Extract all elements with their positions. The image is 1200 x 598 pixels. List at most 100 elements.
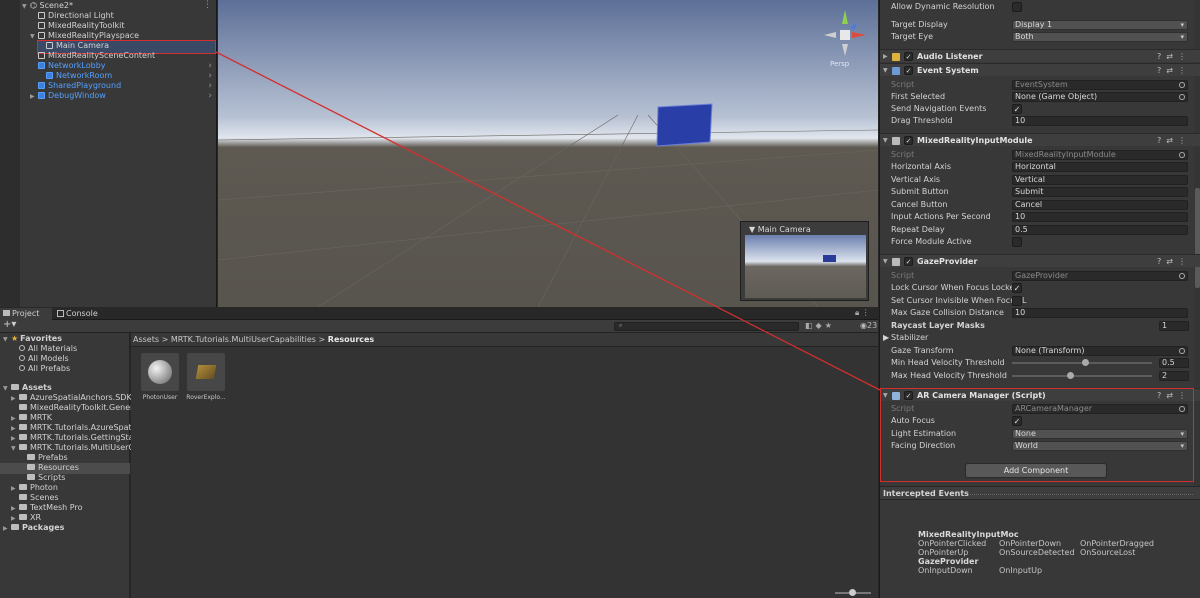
- min-head-slider[interactable]: [1012, 359, 1152, 366]
- target-icon[interactable]: [1179, 82, 1185, 88]
- horizontal-axis-input[interactable]: Horizontal: [1012, 162, 1188, 172]
- tree-mrtk-azure[interactable]: ▶ MRTK.Tutorials.AzureSpatia: [11, 423, 139, 433]
- gaze-transform-field[interactable]: None (Transform): [1012, 346, 1188, 356]
- allow-dynamic-resolution-checkbox[interactable]: [1012, 2, 1022, 12]
- slider-knob[interactable]: [1067, 372, 1074, 379]
- component-tools-icons[interactable]: ?⇄⋮: [1157, 255, 1191, 268]
- target-icon[interactable]: [1179, 94, 1185, 100]
- force-module-checkbox[interactable]: [1012, 237, 1022, 247]
- slider-knob[interactable]: [1082, 359, 1089, 366]
- component-enabled-checkbox[interactable]: ✓: [904, 136, 913, 145]
- add-icon[interactable]: +▾: [3, 319, 16, 330]
- tree-all-materials[interactable]: All Materials: [19, 344, 77, 354]
- breadcrumb-multiuser[interactable]: MRTK.Tutorials.MultiUserCapabilities: [171, 335, 316, 344]
- component-enabled-checkbox[interactable]: ✓: [904, 257, 913, 266]
- breadcrumb-assets[interactable]: Assets: [133, 335, 159, 344]
- debug-window-panel[interactable]: [656, 103, 713, 147]
- tree-assets[interactable]: ▼ Assets: [3, 383, 52, 393]
- tree-mrtk-multiuser[interactable]: ▼ MRTK.Tutorials.MultiUserCa: [11, 443, 139, 453]
- component-enabled-checkbox[interactable]: ✓: [904, 52, 913, 61]
- row-first-selected: First Selected None (Game Object): [880, 91, 1200, 103]
- max-head-input[interactable]: 2: [1159, 371, 1189, 381]
- input-actions-input[interactable]: 10: [1012, 212, 1188, 222]
- lock-icon[interactable]: 🔒︎ ⋮: [855, 308, 870, 318]
- drag-handle[interactable]: [970, 494, 1193, 495]
- hierarchy-item-scene-content[interactable]: MixedRealitySceneContent: [38, 51, 155, 61]
- search-icon: [19, 355, 25, 361]
- asset-rover-explorer[interactable]: RoverExplo...: [186, 353, 226, 401]
- component-tools-icons[interactable]: ?⇄⋮: [1157, 64, 1191, 77]
- lock-cursor-checkbox[interactable]: ✓: [1012, 283, 1022, 293]
- max-gaze-input[interactable]: 10: [1012, 308, 1188, 318]
- camera-preview-title: ▼ Main Camera: [749, 225, 811, 234]
- hierarchy-item-playspace[interactable]: ▼ MixedRealityPlayspace: [30, 31, 139, 41]
- hidden-count[interactable]: ◉23: [860, 321, 877, 330]
- asset-photon-user[interactable]: PhotonUser: [140, 353, 180, 401]
- tree-packages[interactable]: ▶ Packages: [3, 523, 64, 533]
- tree-resources[interactable]: Resources: [27, 463, 79, 473]
- hierarchy-item-directional-light[interactable]: Directional Light: [38, 11, 114, 21]
- intercepted-events-header[interactable]: Intercepted Events: [880, 486, 1200, 500]
- tree-prefabs[interactable]: Prefabs: [27, 453, 68, 463]
- scene-menu-icon[interactable]: ⋮: [203, 0, 212, 10]
- target-icon[interactable]: [1179, 273, 1185, 279]
- hierarchy-item-network-lobby[interactable]: NetworkLobby: [38, 61, 106, 71]
- cursor-invisible-checkbox[interactable]: [1012, 296, 1022, 306]
- drag-threshold-input[interactable]: 10: [1012, 116, 1188, 126]
- tree-mrtk-getting-started[interactable]: ▶ MRTK.Tutorials.GettingStart: [11, 433, 140, 443]
- max-head-slider[interactable]: [1012, 372, 1152, 379]
- hierarchy-item-debug-window[interactable]: ▶ DebugWindow: [30, 91, 106, 101]
- scene-gizmo[interactable]: [824, 10, 866, 56]
- target-icon[interactable]: [1179, 152, 1185, 158]
- scene-view[interactable]: Persp ▼ Main Camera: [218, 0, 878, 307]
- tree-azure-sdk[interactable]: ▶ AzureSpatialAnchors.SDK: [11, 393, 132, 403]
- component-tools-icons[interactable]: ?⇄⋮: [1157, 50, 1191, 63]
- tree-scripts[interactable]: Scripts: [27, 473, 65, 483]
- send-navigation-checkbox[interactable]: ✓: [1012, 104, 1022, 114]
- tree-xr[interactable]: ▶ XR: [11, 513, 41, 523]
- vertical-axis-input[interactable]: Vertical: [1012, 175, 1188, 185]
- chevron-right-icon[interactable]: ›: [208, 81, 212, 91]
- event-item: OnPointerDown: [999, 539, 1062, 548]
- chevron-right-icon[interactable]: ›: [208, 61, 212, 71]
- component-gaze-provider[interactable]: ▼ ✓ GazeProvider ?⇄⋮: [880, 254, 1200, 267]
- tree-mrtk-generated[interactable]: MixedRealityToolkit.Generat: [19, 403, 141, 413]
- component-event-system[interactable]: ▼ ✓ Event System ?⇄⋮: [880, 63, 1200, 76]
- component-input-module[interactable]: ▼ ✓ MixedRealityInputModule ?⇄⋮: [880, 133, 1200, 146]
- slider-knob[interactable]: [849, 589, 856, 596]
- hierarchy-item-scene[interactable]: ▼ ⌬ Scene2*: [22, 1, 73, 11]
- target-icon[interactable]: [1179, 348, 1185, 354]
- cancel-button-input[interactable]: Cancel: [1012, 200, 1188, 210]
- tree-scenes[interactable]: Scenes: [19, 493, 59, 503]
- target-eye-dropdown[interactable]: Both: [1012, 32, 1188, 42]
- tree-all-models[interactable]: All Models: [19, 354, 69, 364]
- inspector-panel: Allow Dynamic Resolution Target Display D…: [879, 0, 1200, 598]
- first-selected-field[interactable]: None (Game Object): [1012, 92, 1188, 102]
- persp-label[interactable]: Persp: [830, 60, 849, 68]
- project-search-input[interactable]: ⌕: [614, 322, 799, 331]
- breadcrumb-resources[interactable]: Resources: [328, 335, 374, 344]
- row-max-gaze: Max Gaze Collision Distance 10: [880, 307, 1200, 319]
- component-enabled-checkbox[interactable]: ✓: [904, 66, 913, 75]
- min-head-input[interactable]: 0.5: [1159, 358, 1189, 368]
- hierarchy-item-shared-playground[interactable]: SharedPlayground: [38, 81, 121, 91]
- repeat-delay-input[interactable]: 0.5: [1012, 225, 1188, 235]
- chevron-right-icon[interactable]: ›: [208, 91, 212, 101]
- component-audio-listener[interactable]: ▶ ✓ Audio Listener ?⇄⋮: [880, 49, 1200, 62]
- target-display-dropdown[interactable]: Display 1: [1012, 20, 1188, 30]
- submit-button-input[interactable]: Submit: [1012, 187, 1188, 197]
- raycast-masks-size[interactable]: 1: [1159, 321, 1189, 331]
- component-tools-icons[interactable]: ?⇄⋮: [1157, 134, 1191, 147]
- hierarchy-item-network-room[interactable]: NetworkRoom: [46, 71, 112, 81]
- thumbnail-size-slider[interactable]: [835, 589, 871, 596]
- chevron-right-icon[interactable]: ›: [208, 71, 212, 81]
- hierarchy-item-main-camera[interactable]: Main Camera: [46, 41, 109, 51]
- hierarchy-item-mrtk[interactable]: MixedRealityToolkit: [38, 21, 124, 31]
- tree-favorites[interactable]: ▼ ★ Favorites: [3, 334, 62, 344]
- tree-textmesh-pro[interactable]: ▶ TextMesh Pro: [11, 503, 82, 513]
- tree-all-prefabs[interactable]: All Prefabs: [19, 364, 70, 374]
- filter-icons[interactable]: ◧◆★: [805, 321, 835, 330]
- tree-photon[interactable]: ▶ Photon: [11, 483, 58, 493]
- row-stabilizer[interactable]: ▶ Stabilizer: [880, 332, 1200, 344]
- tree-mrtk[interactable]: ▶ MRTK: [11, 413, 52, 423]
